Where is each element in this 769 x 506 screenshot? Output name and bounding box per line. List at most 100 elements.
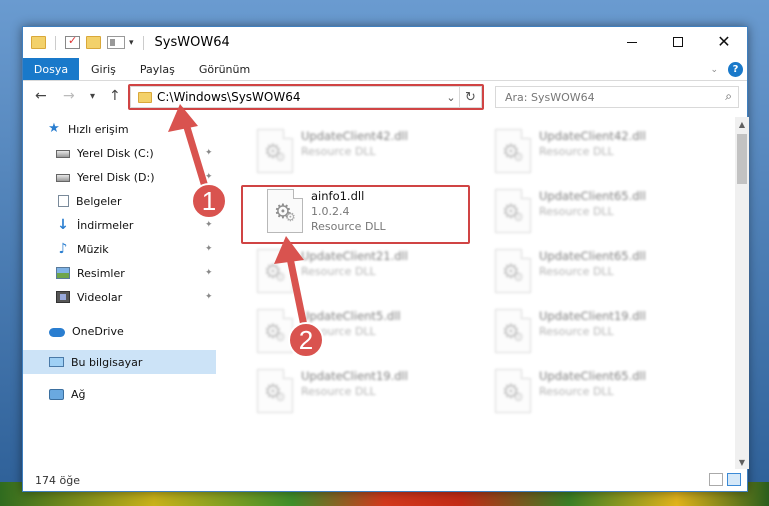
file-description: Resource DLL	[539, 145, 614, 158]
sidebar-item-label: Belgeler	[76, 194, 122, 208]
search-input[interactable]: Ara: SysWOW64 ⌕	[495, 86, 739, 108]
toolbar-divider	[142, 35, 144, 50]
navigation-bar: ← → ▾ ↑ C:\Windows\SysWOW64 ⌄ ↻ Ara: Sys…	[23, 81, 747, 115]
folder-icon	[138, 91, 152, 103]
maximize-button[interactable]	[655, 27, 701, 57]
new-folder-icon[interactable]	[86, 36, 101, 49]
file-description: Resource DLL	[539, 325, 614, 338]
customize-toolbar-dropdown-icon[interactable]: ▾	[129, 38, 134, 48]
vertical-scrollbar[interactable]: ▲ ▼	[735, 117, 749, 469]
gear-icon: ⚙	[513, 390, 524, 404]
file-tile[interactable]: ⚙ ⚙ UpdateClient19.dll Resource DLL	[247, 367, 475, 417]
gear-icon: ⚙	[275, 390, 286, 404]
recent-locations-dropdown-icon[interactable]: ▾	[90, 91, 95, 102]
tab-view[interactable]: Görünüm	[187, 58, 262, 80]
search-icon: ⌕	[725, 89, 732, 103]
file-tile[interactable]: ⚙ ⚙ UpdateClient65.dll Resource DLL	[485, 187, 713, 237]
refresh-icon[interactable]: ↻	[459, 87, 481, 107]
window-controls: ✕	[609, 27, 747, 57]
pin-icon[interactable]: ✦	[205, 268, 213, 278]
sidebar-item-videos[interactable]: Videolar ✦	[23, 285, 216, 309]
file-description	[301, 340, 401, 355]
file-tile[interactable]: ⚙ ⚙ UpdateClient42.dll Resource DLL	[247, 127, 475, 177]
details-view-icon[interactable]	[709, 473, 723, 486]
sidebar-item-label: Yerel Disk (C:)	[77, 146, 154, 160]
file-description	[539, 220, 646, 235]
cloud-icon	[49, 327, 65, 337]
gear-icon: ⚙	[285, 210, 296, 224]
expand-ribbon-chevron-icon[interactable]: ⌄	[710, 65, 718, 75]
drive-icon	[56, 174, 70, 182]
large-icons-view-icon[interactable]	[727, 473, 741, 486]
back-arrow-icon[interactable]: ←	[35, 88, 47, 104]
gear-icon: ⚙	[275, 150, 286, 164]
minimize-button[interactable]	[609, 27, 655, 57]
sidebar-item-quick-access[interactable]: ★ Hızlı erişim	[23, 117, 216, 141]
file-tile-ainfo1[interactable]: ⚙ ⚙ ainfo1.dll 1.0.2.4 Resource DLL	[257, 187, 485, 237]
up-arrow-icon[interactable]: ↑	[109, 88, 121, 104]
sidebar-item-music[interactable]: ♪ Müzik ✦	[23, 237, 216, 261]
dll-file-icon: ⚙ ⚙	[257, 249, 293, 293]
sidebar-item-label: Videolar	[77, 290, 123, 304]
tab-home[interactable]: Giriş	[79, 58, 128, 80]
close-button[interactable]: ✕	[701, 27, 747, 57]
sidebar-item-pictures[interactable]: Resimler ✦	[23, 261, 216, 285]
tab-file[interactable]: Dosya	[23, 58, 79, 80]
search-placeholder: Ara: SysWOW64	[505, 90, 595, 104]
sidebar-item-this-pc[interactable]: Bu bilgisayar	[23, 350, 216, 374]
view-icon[interactable]	[107, 36, 125, 49]
sidebar-item-network[interactable]: Ağ	[23, 382, 216, 406]
status-bar: 174 öğe	[23, 469, 747, 491]
file-tile[interactable]: ⚙ ⚙ UpdateClient19.dll Resource DLL	[485, 307, 713, 357]
file-name: UpdateClient21.dll	[301, 249, 408, 263]
pin-icon[interactable]: ✦	[205, 196, 213, 206]
dll-file-icon: ⚙ ⚙	[495, 129, 531, 173]
file-tile[interactable]: ⚙ ⚙ UpdateClient5.dll Resource DLL	[247, 307, 475, 357]
sidebar-item-onedrive[interactable]: OneDrive	[23, 319, 216, 343]
gear-icon: ⚙	[513, 330, 524, 344]
dll-file-icon: ⚙ ⚙	[495, 249, 531, 293]
document-icon	[58, 195, 69, 207]
file-tile[interactable]: ⚙ ⚙ UpdateClient65.dll Resource DLL	[485, 247, 713, 297]
address-bar[interactable]: C:\Windows\SysWOW64 ⌄ ↻	[130, 86, 482, 108]
folder-icon[interactable]	[31, 36, 46, 49]
sidebar-item-local-disk-c[interactable]: Yerel Disk (C:) ✦	[23, 141, 216, 165]
drive-icon	[56, 150, 70, 158]
scroll-thumb[interactable]	[737, 134, 747, 184]
scroll-up-icon[interactable]: ▲	[735, 117, 749, 131]
address-dropdown-icon[interactable]: ⌄	[443, 91, 459, 104]
view-switcher	[709, 473, 741, 486]
file-description: Resource DLL	[311, 220, 386, 233]
sidebar-item-label: Bu bilgisayar	[71, 355, 143, 369]
dll-file-icon: ⚙ ⚙	[495, 309, 531, 353]
sidebar-item-documents[interactable]: Belgeler ✦	[23, 189, 216, 213]
file-description	[301, 280, 408, 295]
file-tile[interactable]: ⚙ ⚙ UpdateClient65.dll Resource DLL	[485, 367, 713, 417]
file-description	[539, 340, 646, 355]
file-name: ainfo1.dll	[311, 189, 365, 203]
file-tile[interactable]: ⚙ ⚙ UpdateClient21.dll Resource DLL	[247, 247, 475, 297]
ribbon-controls: ⌄ ?	[710, 62, 743, 77]
sidebar-item-downloads[interactable]: ↓ İndirmeler ✦	[23, 213, 216, 237]
pin-icon[interactable]: ✦	[205, 220, 213, 230]
forward-arrow-icon[interactable]: →	[63, 88, 75, 104]
pin-icon[interactable]: ✦	[205, 172, 213, 182]
dll-file-icon: ⚙ ⚙	[495, 189, 531, 233]
file-tile[interactable]: ⚙ ⚙ UpdateClient42.dll Resource DLL	[485, 127, 713, 177]
tab-share[interactable]: Paylaş	[128, 58, 187, 80]
download-icon: ↓	[57, 217, 69, 233]
file-description: Resource DLL	[301, 325, 376, 338]
pin-icon[interactable]: ✦	[205, 292, 213, 302]
sidebar-item-label: Hızlı erişim	[68, 122, 129, 136]
pin-icon[interactable]: ✦	[205, 244, 213, 254]
sidebar-item-label: İndirmeler	[77, 218, 134, 232]
file-description	[539, 400, 646, 415]
file-description	[539, 160, 646, 175]
pin-icon[interactable]: ✦	[205, 148, 213, 158]
properties-icon[interactable]	[65, 34, 80, 49]
sidebar-item-local-disk-d[interactable]: Yerel Disk (D:) ✦	[23, 165, 216, 189]
scroll-down-icon[interactable]: ▼	[735, 455, 749, 469]
file-description: Resource DLL	[301, 385, 376, 398]
address-path[interactable]: C:\Windows\SysWOW64	[157, 90, 443, 104]
help-icon[interactable]: ?	[728, 62, 743, 77]
